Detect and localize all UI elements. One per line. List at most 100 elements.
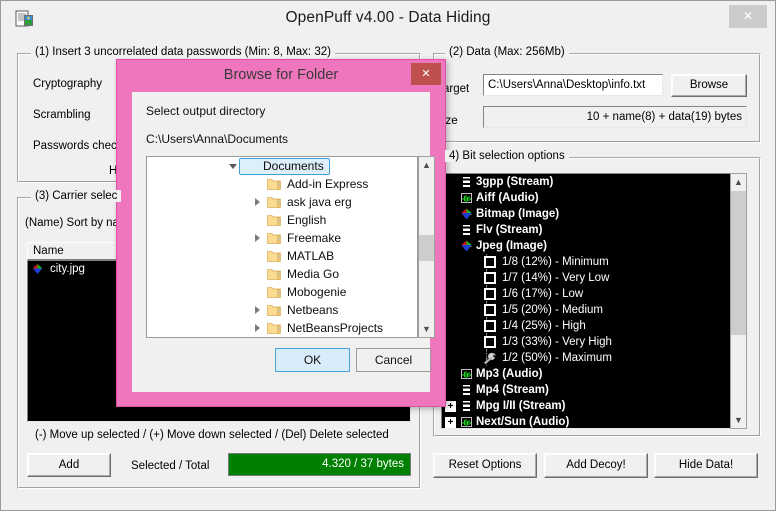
folder-tree-item[interactable]: Media Go xyxy=(147,265,417,283)
carrier-group-title: (3) Carrier selec xyxy=(31,190,122,202)
bit-selection-group-title: 4) Bit selection options xyxy=(445,150,569,162)
capacity-progress-bar: 4.320 / 37 bytes xyxy=(228,453,411,476)
folder-tree-item-label: Documents xyxy=(263,159,324,173)
bit-tree-format-row[interactable]: + Mpg I/II (Stream) xyxy=(442,398,734,414)
folder-icon xyxy=(267,197,281,208)
bit-tree-option-row[interactable]: 1/2 (50%) - Maximum xyxy=(442,350,734,366)
bit-tree-option-row[interactable]: 1/5 (20%) - Medium xyxy=(442,302,734,318)
bit-tree-row-label: 1/7 (14%) - Very Low xyxy=(502,272,610,284)
folder-tree-scrollbar[interactable]: ▲ ▼ xyxy=(418,156,435,338)
reset-options-button[interactable]: Reset Options xyxy=(433,453,537,478)
bit-tree-option-row[interactable]: 1/4 (25%) - High xyxy=(442,318,734,334)
bit-tree-row-label: Jpeg (Image) xyxy=(476,240,547,252)
scroll-down-icon[interactable]: ▼ xyxy=(419,321,434,337)
checkbox-unchecked-icon[interactable] xyxy=(484,288,496,300)
bit-tree-row-label: 1/5 (20%) - Medium xyxy=(502,304,603,316)
waveform-icon xyxy=(460,368,473,380)
chevron-right-icon[interactable] xyxy=(255,198,260,206)
wrench-icon xyxy=(483,352,496,365)
folder-tree[interactable]: Documents Add-in Express ask java erg Engli… xyxy=(146,156,418,338)
folder-tree-item-label: Freemake xyxy=(287,231,342,245)
folder-tree-item[interactable]: ask java erg xyxy=(147,193,417,211)
bit-tree-option-row[interactable]: 1/3 (33%) - Very High xyxy=(442,334,734,350)
scroll-thumb[interactable] xyxy=(731,191,746,335)
dialog-current-path: C:\Users\Anna\Documents xyxy=(146,132,289,146)
bit-tree-row-label: 1/3 (33%) - Very High xyxy=(502,336,612,348)
folder-tree-item[interactable]: MATLAB xyxy=(147,247,417,265)
rgb-image-icon xyxy=(461,208,472,220)
bit-tree-row-label: Bitmap (Image) xyxy=(476,208,560,220)
dialog-subtitle: Select output directory xyxy=(146,104,266,118)
checkbox-unchecked-icon[interactable] xyxy=(484,320,496,332)
window-close-button[interactable]: ✕ xyxy=(729,5,767,28)
folder-tree-item-label: Media Go xyxy=(287,267,340,281)
folder-tree-item[interactable]: Mobogenie xyxy=(147,283,417,301)
folder-icon xyxy=(267,251,281,262)
folder-icon xyxy=(267,233,281,244)
dialog-body: Select output directory C:\Users\Anna\Do… xyxy=(132,92,435,392)
bit-tree-row-label: Mpg I/II (Stream) xyxy=(476,400,566,412)
bit-tree-format-row[interactable]: 3gpp (Stream) xyxy=(442,174,734,190)
dialog-close-button[interactable]: ✕ xyxy=(411,63,441,85)
checkbox-unchecked-icon[interactable] xyxy=(484,272,496,284)
chevron-right-icon[interactable] xyxy=(255,324,260,332)
bit-tree-format-row[interactable]: Mp3 (Audio) xyxy=(442,366,734,382)
scroll-up-icon[interactable]: ▲ xyxy=(419,157,434,173)
add-decoy-button[interactable]: Add Decoy! xyxy=(544,453,648,478)
chevron-down-icon[interactable] xyxy=(229,164,237,169)
ok-button[interactable]: OK xyxy=(275,348,350,372)
bit-tree-row-label: Aiff (Audio) xyxy=(476,192,539,204)
folder-tree-item[interactable]: Netbeans xyxy=(147,301,417,319)
film-strip-icon xyxy=(460,224,473,236)
target-path-field[interactable]: C:\Users\Anna\Desktop\info.txt xyxy=(483,74,663,96)
bit-tree-format-row[interactable]: Aiff (Audio) xyxy=(442,190,734,206)
bit-tree-scrollbar[interactable]: ▲ ▼ xyxy=(730,173,747,429)
scroll-thumb[interactable] xyxy=(419,235,434,261)
browse-button[interactable]: Browse xyxy=(671,74,747,97)
folder-tree-item-label: NetBeansProjects xyxy=(287,321,384,335)
add-carrier-button[interactable]: Add xyxy=(27,453,111,477)
checkbox-unchecked-icon[interactable] xyxy=(484,336,496,348)
expand-icon[interactable]: + xyxy=(445,401,456,412)
cancel-button[interactable]: Cancel xyxy=(356,348,431,372)
folder-tree-item[interactable]: NetBeansProjects xyxy=(147,319,417,337)
bit-tree-format-row[interactable]: Bitmap (Image) xyxy=(442,206,734,222)
scroll-up-icon[interactable]: ▲ xyxy=(731,174,746,190)
carrier-sort-label: (Name) Sort by na xyxy=(25,217,119,229)
bit-tree-option-row[interactable]: 1/8 (12%) - Minimum xyxy=(442,254,734,270)
expand-icon[interactable]: + xyxy=(445,417,456,428)
folder-icon xyxy=(267,323,281,334)
checkbox-unchecked-icon[interactable] xyxy=(484,256,496,268)
target-label: arget xyxy=(443,83,470,95)
jpeg-image-icon xyxy=(33,264,42,274)
folder-tree-item[interactable]: Documents xyxy=(147,157,417,175)
folder-tree-item-label: ask java erg xyxy=(287,195,352,209)
label-scrambling: Scrambling xyxy=(33,109,91,121)
bit-selection-tree[interactable]: 3gpp (Stream) Aiff (Audio) Bitmap (Image) F… xyxy=(441,173,735,429)
waveform-icon xyxy=(460,416,473,428)
checkbox-unchecked-icon[interactable] xyxy=(484,304,496,316)
passwords-group-title: (1) Insert 3 uncorrelated data passwords… xyxy=(31,46,335,58)
bit-tree-format-row[interactable]: Jpeg (Image) xyxy=(442,238,734,254)
chevron-right-icon[interactable] xyxy=(255,306,260,314)
bit-tree-option-row[interactable]: 1/7 (14%) - Very Low xyxy=(442,270,734,286)
folder-tree-item-label: English xyxy=(287,213,327,227)
film-strip-icon xyxy=(460,400,473,412)
folder-icon xyxy=(267,287,281,298)
bit-tree-format-row[interactable]: + Next/Sun (Audio) xyxy=(442,414,734,428)
size-value-field: 10 + name(8) + data(19) bytes xyxy=(483,106,747,128)
bit-tree-option-row[interactable]: 1/6 (17%) - Low xyxy=(442,286,734,302)
selected-total-label: Selected / Total xyxy=(131,460,210,472)
folder-tree-item[interactable]: Freemake xyxy=(147,229,417,247)
list-item-label: city.jpg xyxy=(50,263,85,275)
folder-tree-item-label: MATLAB xyxy=(287,249,335,263)
folder-tree-item[interactable]: English xyxy=(147,211,417,229)
folder-icon xyxy=(267,269,281,280)
scroll-down-icon[interactable]: ▼ xyxy=(731,412,746,428)
bit-tree-format-row[interactable]: Flv (Stream) xyxy=(442,222,734,238)
folder-tree-item-label: Mobogenie xyxy=(287,285,347,299)
folder-tree-item[interactable]: Add-in Express xyxy=(147,175,417,193)
chevron-right-icon[interactable] xyxy=(255,234,260,242)
bit-tree-format-row[interactable]: Mp4 (Stream) xyxy=(442,382,734,398)
hide-data-button[interactable]: Hide Data! xyxy=(654,453,758,478)
